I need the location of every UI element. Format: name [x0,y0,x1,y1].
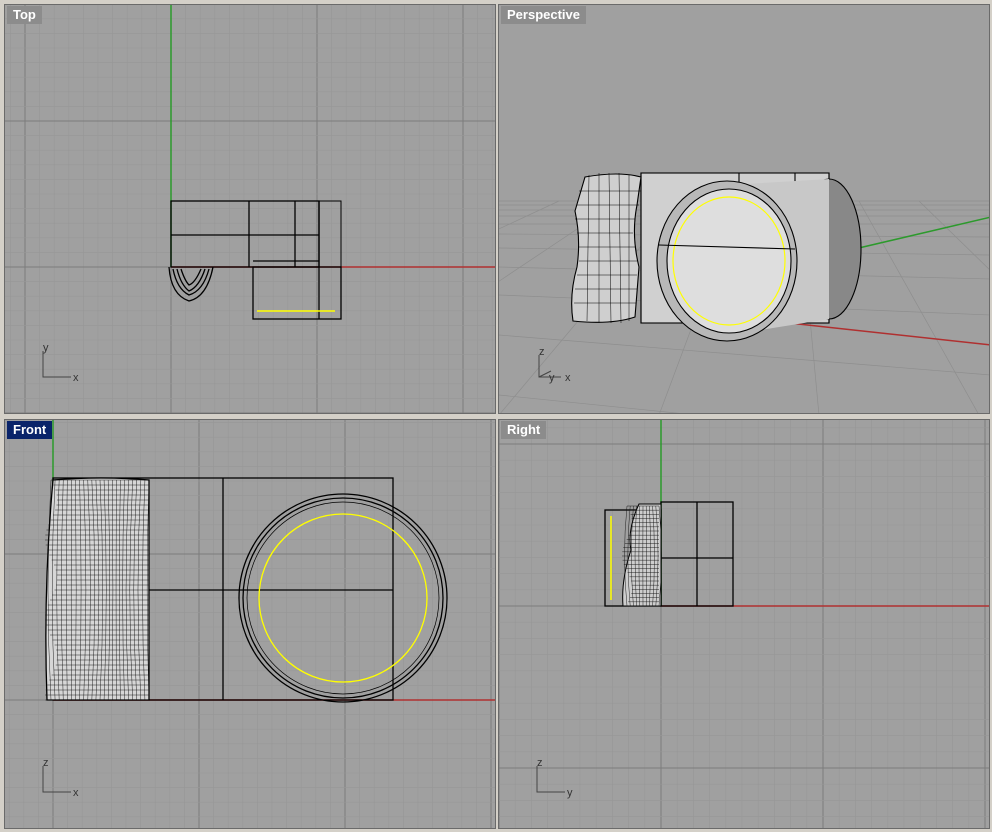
axis-label-x: x [73,787,79,799]
viewport-top[interactable]: Top y x [4,4,496,414]
axis-label-y: y [549,372,555,384]
axis-label-y: y [43,342,49,354]
axis-label-y: y [567,787,573,799]
viewport-right[interactable]: Right z y [498,419,990,829]
viewport-perspective-canvas[interactable]: z y x [499,5,990,414]
viewport-title-top[interactable]: Top [7,6,42,24]
axis-gizmo-icon [536,766,565,793]
axis-label-z: z [43,757,49,769]
viewport-title-perspective[interactable]: Perspective [501,6,586,24]
axis-label-z: z [537,757,543,769]
grid [499,420,989,828]
camera-top-view [168,200,342,320]
viewport-front[interactable]: Front z x [4,419,496,829]
x-axis-line [788,322,989,346]
grid [5,5,495,413]
axis-label-z: z [539,346,545,358]
viewport-top-canvas[interactable]: y x [5,5,496,414]
axis-label-x: x [565,372,571,384]
viewport-title-right[interactable]: Right [501,421,547,439]
camera-perspective-model [571,172,862,342]
axis-gizmo-icon [42,766,71,793]
viewport-front-canvas[interactable]: z x [5,420,496,829]
viewport-perspective[interactable]: Perspective z y x [498,4,990,414]
viewport-title-front[interactable]: Front [7,421,53,439]
axis-label-x: x [73,372,79,384]
viewport-right-canvas[interactable]: z y [499,420,990,829]
camera-right-view [604,501,734,607]
